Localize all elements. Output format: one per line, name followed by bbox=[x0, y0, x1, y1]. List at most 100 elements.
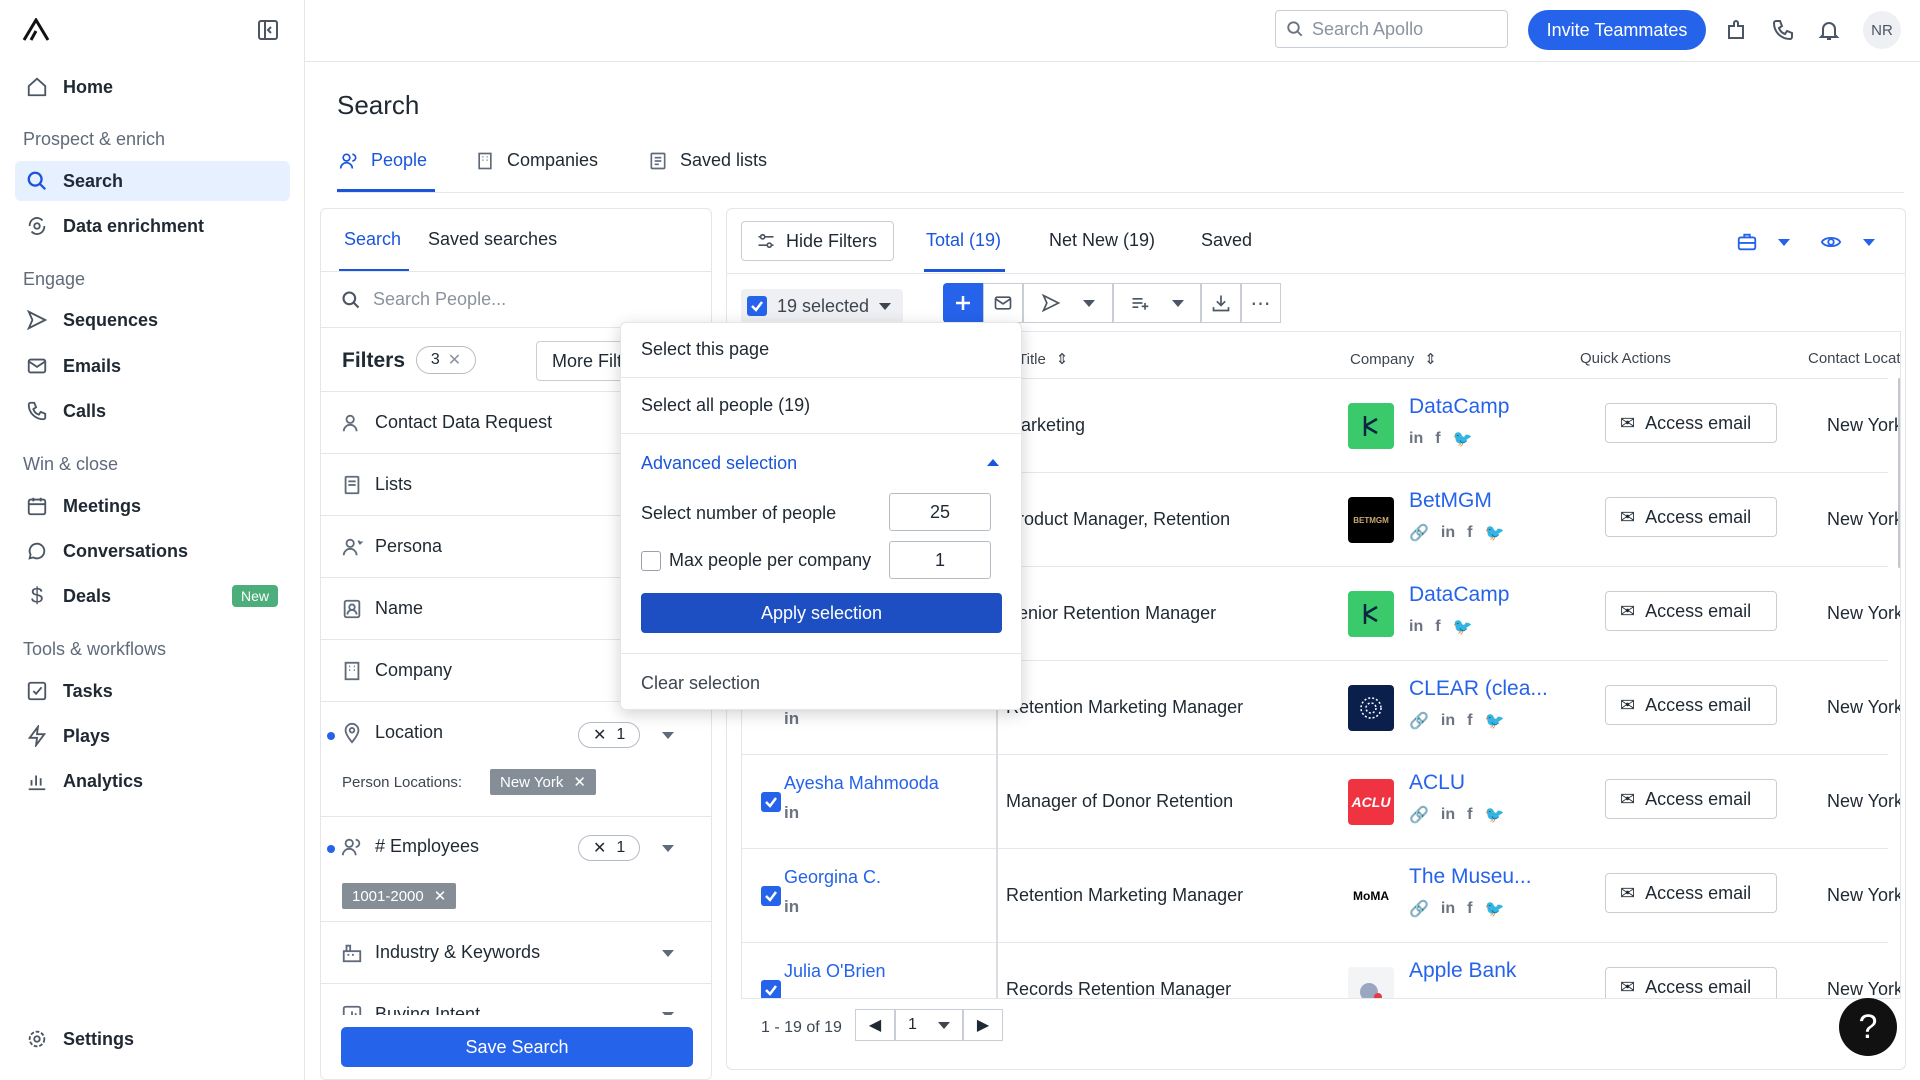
results-tab-saved[interactable]: Saved bbox=[1201, 230, 1252, 251]
column-header-title[interactable]: Title ⇕ bbox=[1018, 350, 1068, 369]
remove-chip-icon[interactable]: ✕ bbox=[434, 887, 447, 905]
person-name-link[interactable]: Ayesha Mahmooda bbox=[784, 773, 939, 794]
twitter-icon[interactable]: 🐦 bbox=[1484, 523, 1504, 543]
tab-saved-lists[interactable]: Saved lists bbox=[648, 150, 767, 171]
facebook-icon[interactable]: f bbox=[1467, 806, 1472, 824]
access-email-button[interactable]: ✉ Access email bbox=[1605, 497, 1777, 537]
linkedin-icon[interactable]: in bbox=[1441, 806, 1455, 824]
filter-location[interactable]: Location ✕ 1 Person Locations: New York ✕ bbox=[321, 702, 711, 817]
access-email-button[interactable]: ✉ Access email bbox=[1605, 685, 1777, 725]
filter-tab-search[interactable]: Search bbox=[344, 229, 401, 250]
twitter-icon[interactable]: 🐦 bbox=[1484, 711, 1504, 731]
email-button[interactable] bbox=[983, 283, 1023, 323]
select-all-dropdown[interactable]: 19 selected bbox=[741, 289, 903, 323]
list-add-button[interactable] bbox=[1113, 283, 1201, 323]
facebook-icon[interactable]: f bbox=[1435, 618, 1440, 636]
company-link[interactable]: DataCamp bbox=[1409, 395, 1509, 419]
company-link[interactable]: CLEAR (clea... bbox=[1409, 677, 1548, 701]
facebook-icon[interactable]: f bbox=[1435, 430, 1440, 448]
linkedin-icon[interactable]: in bbox=[1409, 618, 1423, 636]
puzzle-icon[interactable] bbox=[1725, 18, 1749, 42]
select-all-checkbox[interactable] bbox=[747, 296, 767, 316]
clear-filters-icon[interactable]: ✕ bbox=[448, 350, 461, 370]
linkedin-icon[interactable]: in bbox=[1441, 524, 1455, 542]
tab-people[interactable]: People bbox=[339, 150, 427, 171]
linkedin-icon[interactable]: in bbox=[1441, 712, 1455, 730]
page-select[interactable]: 1 bbox=[895, 1009, 963, 1041]
filter-industry-keywords[interactable]: Industry & Keywords bbox=[321, 922, 711, 984]
link-icon[interactable]: 🔗 bbox=[1409, 805, 1429, 825]
filters-count-badge[interactable]: 3 ✕ bbox=[416, 346, 476, 374]
nav-home[interactable]: Home bbox=[15, 67, 290, 107]
person-name-link[interactable]: Georgina C. bbox=[784, 867, 881, 888]
filter-tab-saved-searches[interactable]: Saved searches bbox=[428, 229, 557, 250]
linkedin-icon[interactable]: in bbox=[784, 709, 799, 729]
clear-icon[interactable]: ✕ bbox=[593, 725, 606, 745]
save-search-button[interactable]: Save Search bbox=[341, 1027, 693, 1067]
location-chip[interactable]: New York ✕ bbox=[490, 769, 596, 795]
help-button[interactable]: ? bbox=[1839, 998, 1897, 1056]
eye-icon[interactable] bbox=[1820, 231, 1842, 253]
nav-deals[interactable]: $ Deals New bbox=[15, 576, 290, 616]
nav-data-enrichment[interactable]: Data enrichment bbox=[15, 206, 290, 246]
max-per-company-input[interactable]: 1 bbox=[889, 541, 991, 579]
avatar[interactable]: NR bbox=[1863, 11, 1901, 49]
linkedin-icon[interactable]: in bbox=[784, 803, 799, 823]
column-header-contact-location[interactable]: Contact Location bbox=[1808, 350, 1900, 367]
collapse-sidebar-icon[interactable] bbox=[256, 18, 280, 42]
export-button[interactable] bbox=[1201, 283, 1241, 323]
access-email-button[interactable]: ✉ Access email bbox=[1605, 967, 1777, 998]
company-link[interactable]: BetMGM bbox=[1409, 489, 1492, 513]
company-link[interactable]: Apple Bank bbox=[1409, 959, 1516, 983]
select-this-page-option[interactable]: Select this page bbox=[641, 339, 769, 360]
prev-page-button[interactable]: ◀ bbox=[855, 1009, 895, 1041]
briefcase-icon[interactable] bbox=[1736, 231, 1758, 253]
linkedin-icon[interactable]: in bbox=[784, 897, 799, 917]
more-actions-button[interactable]: ⋯ bbox=[1241, 283, 1281, 323]
number-of-people-input[interactable]: 25 bbox=[889, 493, 991, 531]
row-checkbox[interactable] bbox=[761, 792, 781, 812]
global-search-input[interactable]: Search Apollo bbox=[1275, 10, 1508, 48]
company-link[interactable]: DataCamp bbox=[1409, 583, 1509, 607]
facebook-icon[interactable]: f bbox=[1467, 712, 1472, 730]
filter-employees[interactable]: # Employees ✕ 1 1001-2000 ✕ bbox=[321, 809, 711, 922]
access-email-button[interactable]: ✉ Access email bbox=[1605, 779, 1777, 819]
nav-settings[interactable]: Settings bbox=[15, 1019, 290, 1059]
nav-analytics[interactable]: Analytics bbox=[15, 761, 290, 801]
access-email-button[interactable]: ✉ Access email bbox=[1605, 403, 1777, 443]
link-icon[interactable]: 🔗 bbox=[1409, 899, 1429, 919]
employees-count-pill[interactable]: ✕ 1 bbox=[578, 835, 641, 861]
twitter-icon[interactable]: 🐦 bbox=[1484, 805, 1504, 825]
chevron-down-icon[interactable] bbox=[1863, 239, 1875, 246]
tab-companies[interactable]: Companies bbox=[475, 150, 598, 171]
chevron-up-icon[interactable] bbox=[987, 459, 999, 466]
apply-selection-button[interactable]: Apply selection bbox=[641, 593, 1002, 633]
select-all-people-option[interactable]: Select all people (19) bbox=[641, 395, 810, 416]
chevron-down-icon[interactable] bbox=[662, 845, 674, 852]
clear-icon[interactable]: ✕ bbox=[593, 838, 606, 858]
link-icon[interactable]: 🔗 bbox=[1409, 711, 1429, 731]
max-per-company-checkbox[interactable] bbox=[641, 551, 661, 571]
bell-icon[interactable] bbox=[1817, 18, 1841, 42]
row-checkbox[interactable] bbox=[761, 886, 781, 906]
nav-sequences[interactable]: Sequences bbox=[15, 300, 290, 340]
results-tab-total[interactable]: Total (19) bbox=[926, 230, 1001, 251]
apollo-logo-icon[interactable] bbox=[22, 18, 50, 42]
nav-plays[interactable]: Plays bbox=[15, 716, 290, 756]
access-email-button[interactable]: ✉ Access email bbox=[1605, 591, 1777, 631]
add-button[interactable] bbox=[943, 283, 983, 323]
nav-conversations[interactable]: Conversations bbox=[15, 531, 290, 571]
invite-teammates-button[interactable]: Invite Teammates bbox=[1528, 10, 1706, 50]
nav-meetings[interactable]: Meetings bbox=[15, 486, 290, 526]
linkedin-icon[interactable]: in bbox=[1441, 900, 1455, 918]
nav-calls[interactable]: Calls bbox=[15, 391, 290, 431]
twitter-icon[interactable]: 🐦 bbox=[1484, 899, 1504, 919]
table-row[interactable]: Ayesha Mahmooda in Manager of Donor Rete… bbox=[742, 754, 1900, 848]
twitter-icon[interactable]: 🐦 bbox=[1453, 429, 1473, 449]
nav-emails[interactable]: Emails bbox=[15, 346, 290, 386]
chevron-down-icon[interactable] bbox=[662, 950, 674, 957]
remove-chip-icon[interactable]: ✕ bbox=[573, 773, 586, 791]
table-row[interactable]: Georgina C. in Retention Marketing Manag… bbox=[742, 848, 1900, 942]
nav-tasks[interactable]: Tasks bbox=[15, 671, 290, 711]
row-checkbox[interactable] bbox=[761, 980, 781, 998]
